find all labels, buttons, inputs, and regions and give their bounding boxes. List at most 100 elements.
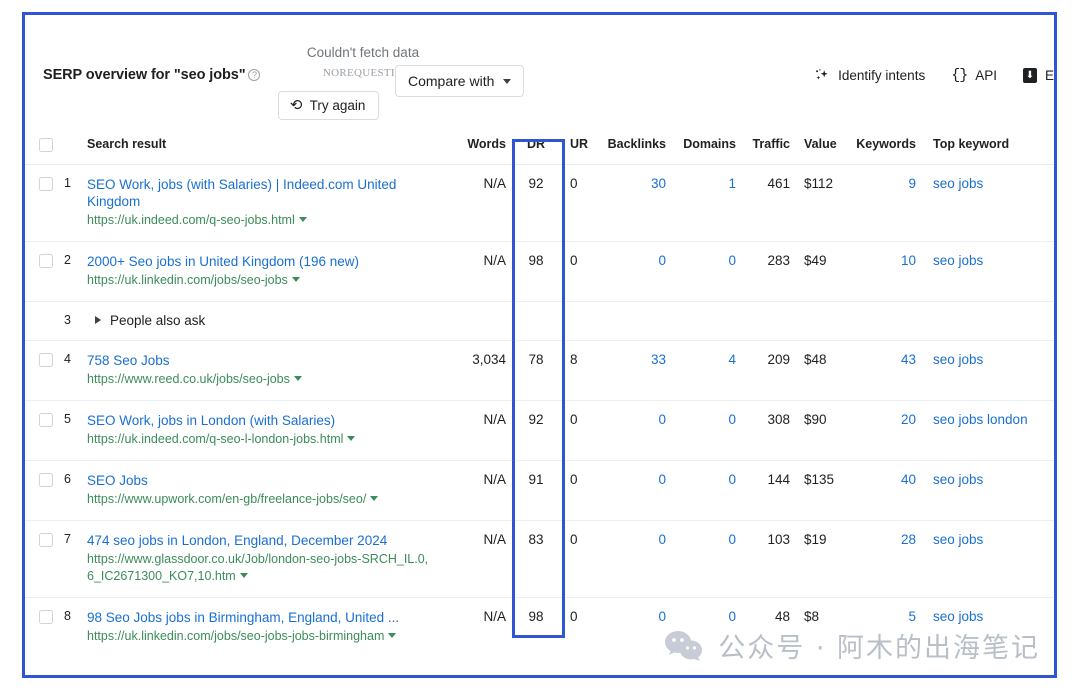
result-url-link[interactable]: https://uk.indeed.com/q-seo-jobs.html	[87, 212, 432, 229]
table-row: 2 2000+ Seo jobs in United Kingdom (196 n…	[25, 241, 1054, 302]
cell-domains[interactable]: 1	[672, 164, 744, 242]
dr-header[interactable]: DR	[510, 127, 562, 165]
result-title-link[interactable]: 758 Seo Jobs	[87, 352, 432, 369]
annotation-frame: SERP overview for "seo jobs"? Couldn't f…	[22, 12, 1057, 678]
cell-value: $90	[794, 400, 844, 461]
cell-top-keyword[interactable]: seo jobs	[922, 520, 1054, 598]
result-url-link[interactable]: https://www.upwork.com/en-gb/freelance-j…	[87, 491, 432, 508]
backlinks-header[interactable]: Backlinks	[596, 127, 672, 165]
cell-keywords[interactable]: 20	[844, 400, 922, 461]
cell-words: N/A	[452, 520, 510, 598]
ur-header[interactable]: UR	[562, 127, 596, 165]
cell-backlinks[interactable]: 30	[596, 164, 672, 242]
result-url-link[interactable]: https://uk.linkedin.com/jobs/seo-jobs	[87, 272, 432, 289]
chevron-down-icon[interactable]	[293, 375, 302, 381]
cell-backlinks[interactable]: 0	[596, 460, 672, 521]
cell-value: $19	[794, 520, 844, 598]
try-again-button[interactable]: ⟳ Try again	[278, 91, 380, 120]
result-title-link[interactable]: SEO Jobs	[87, 472, 432, 489]
panel-header: SERP overview for "seo jobs"? Couldn't f…	[25, 15, 1054, 127]
cell-top-keyword[interactable]: seo jobs london	[922, 400, 1054, 461]
chevron-down-icon[interactable]	[388, 632, 397, 638]
question-mark-icon[interactable]: ?	[248, 69, 261, 81]
row-rank: 7	[57, 520, 79, 598]
words-header[interactable]: Words	[452, 127, 510, 165]
cell-words: N/A	[452, 460, 510, 521]
compare-with-dropdown[interactable]: Compare with	[395, 65, 525, 97]
cell-domains[interactable]: 4	[672, 340, 744, 401]
serp-feature-cell[interactable]: People also ask	[79, 301, 1054, 341]
chevron-down-icon[interactable]	[298, 216, 307, 222]
row-checkbox-cell	[25, 400, 57, 461]
row-checkbox[interactable]	[39, 177, 53, 192]
cell-traffic: 283	[744, 241, 794, 302]
table-row: 8 98 Seo Jobs jobs in Birmingham, England…	[25, 597, 1054, 657]
cell-keywords[interactable]: 9	[844, 164, 922, 242]
refresh-icon: ⟳	[290, 97, 303, 114]
page-title-text: SERP overview for "seo jobs"	[43, 67, 246, 83]
cell-domains[interactable]: 0	[672, 520, 744, 598]
domains-header[interactable]: Domains	[672, 127, 744, 165]
row-checkbox[interactable]	[39, 533, 53, 548]
row-checkbox[interactable]	[39, 473, 53, 488]
result-title-link[interactable]: 98 Seo Jobs jobs in Birmingham, England,…	[87, 609, 432, 626]
cell-keywords[interactable]: 28	[844, 520, 922, 598]
row-checkbox-cell	[25, 597, 57, 657]
cell-dr: 98	[528, 608, 544, 624]
result-url-link[interactable]: https://www.reed.co.uk/jobs/seo-jobs	[87, 371, 432, 388]
cell-ur: 0	[562, 400, 596, 461]
cell-backlinks[interactable]: 0	[596, 520, 672, 598]
chevron-down-icon[interactable]	[239, 572, 248, 578]
cell-domains[interactable]: 0	[672, 597, 744, 657]
cell-keywords[interactable]: 10	[844, 241, 922, 302]
cell-domains[interactable]: 0	[672, 400, 744, 461]
api-button[interactable]: {} API	[951, 67, 997, 84]
result-url-link[interactable]: https://uk.indeed.com/q-seo-l-london-job…	[87, 431, 432, 448]
cell-keywords[interactable]: 43	[844, 340, 922, 401]
row-checkbox[interactable]	[39, 610, 53, 625]
cell-backlinks[interactable]: 0	[596, 597, 672, 657]
cell-top-keyword[interactable]: seo jobs	[922, 340, 1054, 401]
identify-intents-button[interactable]: Identify intents	[814, 68, 925, 84]
chevron-down-icon[interactable]	[370, 495, 379, 501]
chevron-down-icon[interactable]	[291, 276, 300, 282]
rank-header	[57, 127, 79, 165]
keywords-header[interactable]: Keywords	[844, 127, 922, 165]
cell-ur: 0	[562, 241, 596, 302]
cell-top-keyword[interactable]: seo jobs	[922, 597, 1054, 657]
result-url-link[interactable]: https://uk.linkedin.com/jobs/seo-jobs-jo…	[87, 628, 432, 645]
result-url-link[interactable]: https://www.glassdoor.co.uk/Job/london-s…	[87, 551, 432, 585]
row-checkbox-cell	[25, 241, 57, 302]
cell-keywords[interactable]: 5	[844, 597, 922, 657]
cell-top-keyword[interactable]: seo jobs	[922, 460, 1054, 521]
row-checkbox[interactable]	[39, 254, 53, 269]
traffic-header[interactable]: Traffic	[744, 127, 794, 165]
page-title: SERP overview for "seo jobs"?	[43, 67, 261, 83]
cell-backlinks[interactable]: 0	[596, 241, 672, 302]
table-header-row: Search result Words DR UR Backlinks Doma…	[25, 127, 1054, 165]
cell-backlinks[interactable]: 0	[596, 400, 672, 461]
cell-domains[interactable]: 0	[672, 460, 744, 521]
serp-overview-panel: SERP overview for "seo jobs"? Couldn't f…	[25, 15, 1054, 675]
cell-backlinks[interactable]: 33	[596, 340, 672, 401]
chevron-down-icon[interactable]	[347, 435, 356, 441]
result-title-link[interactable]: SEO Work, jobs (with Salaries) | Indeed.…	[87, 176, 432, 210]
row-rank: 8	[64, 608, 71, 623]
row-checkbox[interactable]	[39, 413, 53, 428]
result-title-link[interactable]: 474 seo jobs in London, England, Decembe…	[87, 532, 432, 549]
table-row: 4 758 Seo Jobs https://www.reed.co.uk/jobs…	[25, 340, 1054, 401]
value-header[interactable]: Value	[794, 127, 844, 165]
row-checkbox[interactable]	[39, 353, 53, 368]
export-button[interactable]: ⬇ E	[1022, 68, 1054, 83]
cell-top-keyword[interactable]: seo jobs	[922, 164, 1054, 242]
result-title-link[interactable]: 2000+ Seo jobs in United Kingdom (196 ne…	[87, 253, 432, 270]
code-braces-icon: {}	[951, 67, 968, 84]
result-cell: SEO Work, jobs in London (with Salaries)…	[79, 400, 452, 461]
cell-domains[interactable]: 0	[672, 241, 744, 302]
cell-keywords[interactable]: 40	[844, 460, 922, 521]
result-title-link[interactable]: SEO Work, jobs in London (with Salaries)	[87, 412, 432, 429]
select-all-checkbox[interactable]	[39, 137, 53, 152]
people-also-ask-toggle[interactable]: People also ask	[87, 313, 1044, 328]
cell-top-keyword[interactable]: seo jobs	[922, 241, 1054, 302]
row-rank: 2	[57, 241, 79, 302]
